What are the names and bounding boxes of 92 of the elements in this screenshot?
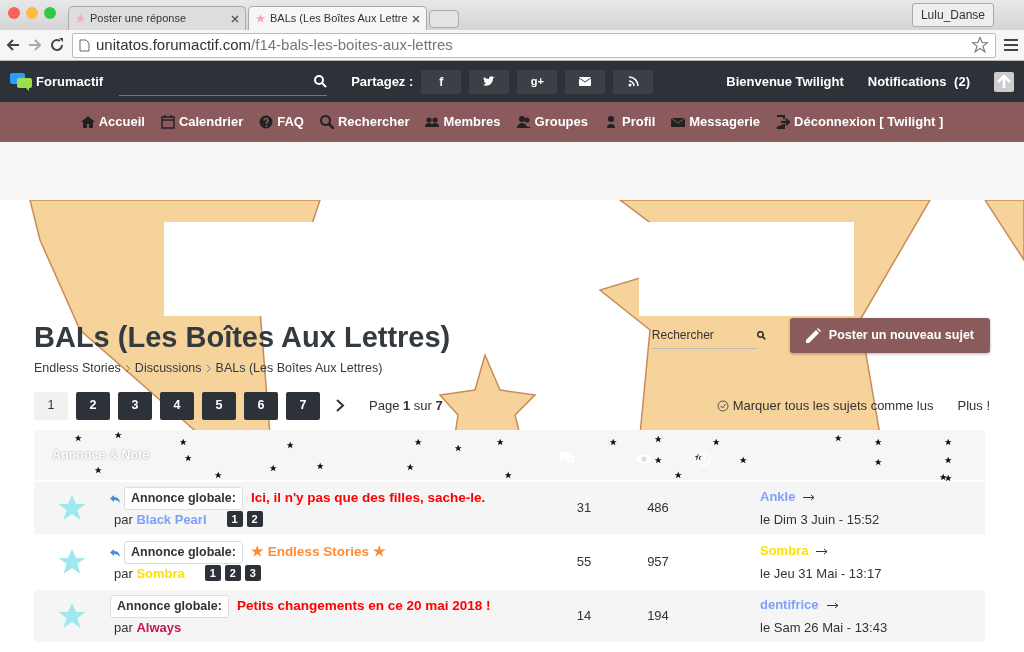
views-count: 486	[646, 499, 670, 518]
search-icon	[319, 115, 334, 129]
clock-icon	[697, 452, 711, 466]
author-byline: par Always	[114, 618, 182, 637]
topic-page-link[interactable]: 3	[244, 565, 261, 582]
calendar-icon	[160, 115, 175, 129]
members-icon	[425, 115, 440, 129]
last-post-date: le Dim 3 Juin - 15:52	[760, 511, 881, 529]
notifications-link[interactable]: Notifications (2)	[867, 71, 970, 92]
eye-icon	[636, 454, 652, 464]
scroll-top-icon[interactable]	[994, 71, 1014, 92]
nav-link-item[interactable]: Déconnexion [ Twilight ]	[776, 112, 944, 132]
announcement-tag: Annonce globale:	[110, 594, 229, 618]
forum-logo[interactable]: Forumactif	[36, 71, 104, 92]
check-circle-icon	[716, 399, 729, 412]
new-topic-button[interactable]: Poster un nouveau sujet	[789, 318, 990, 353]
views-count: 957	[646, 553, 670, 572]
pencil-icon	[805, 328, 821, 343]
last-post-date: le Sam 26 Mai - 13:43	[760, 619, 889, 637]
page-button[interactable]: 6	[244, 391, 278, 420]
author-byline: par Black Pearl	[114, 510, 207, 529]
mail-icon	[671, 115, 686, 129]
welcome-link[interactable]: Bienvenue Twilight	[726, 71, 844, 92]
replies-count: 14	[575, 607, 593, 626]
topic-page-link[interactable]: 1	[226, 511, 243, 528]
home-icon	[80, 115, 95, 129]
views-count: 194	[646, 607, 670, 626]
help-icon	[259, 115, 274, 129]
next-page-icon[interactable]	[336, 399, 345, 413]
page-button[interactable]: 3	[118, 391, 152, 420]
search-icon[interactable]	[756, 331, 766, 340]
bird-icon	[482, 76, 496, 87]
replies-count: 31	[575, 499, 593, 518]
nav-link-item[interactable]: Rechercher	[319, 112, 410, 132]
rss-icon	[627, 76, 639, 87]
topic-page-link[interactable]: 1	[204, 565, 221, 582]
back-icon[interactable]	[6, 38, 20, 52]
chevron-icon	[205, 364, 212, 373]
reload-icon[interactable]	[50, 38, 64, 52]
menu-icon[interactable]	[1004, 39, 1018, 51]
nav-link-item[interactable]: Messagerie	[671, 112, 761, 132]
topic-page-link[interactable]: 2	[224, 565, 241, 582]
close-tab-icon[interactable]	[231, 15, 239, 24]
page-button[interactable]: 7	[286, 391, 320, 420]
more-link[interactable]: Plus !	[957, 395, 990, 416]
nav-link-item[interactable]: Groupes	[516, 112, 589, 132]
share-button[interactable]: g+	[517, 69, 558, 94]
breadcrumb-link[interactable]: Discussions	[134, 358, 202, 378]
envelope-icon	[579, 77, 592, 86]
search-icon	[314, 74, 328, 88]
page-button[interactable]: 1	[34, 391, 68, 420]
profile-button[interactable]: Lulu_Danse	[911, 3, 994, 27]
chevron-icon	[124, 364, 131, 373]
nav-link-item[interactable]: Membres	[425, 112, 501, 132]
star-icon[interactable]	[971, 36, 989, 54]
share-label: Partagez :	[351, 72, 414, 91]
last-post-date: le Jeu 31 Mai - 13:17	[760, 565, 883, 583]
browser-tab[interactable]: BALs (Les Boîtes Aux Lettre	[248, 6, 427, 30]
close-tab-icon[interactable]	[411, 15, 420, 24]
topic-title-link[interactable]: Ici, il n'y pas que des filles, sache-le.	[250, 488, 486, 509]
page-icon	[79, 38, 90, 52]
page-button[interactable]: 4	[160, 391, 194, 420]
arrow-right-icon[interactable]	[803, 493, 816, 501]
replies-count: 55	[575, 553, 593, 572]
arrow-right-icon[interactable]	[816, 547, 829, 555]
share-button[interactable]	[613, 69, 654, 94]
speech-bubbles-icon	[10, 72, 32, 91]
logout-icon	[776, 115, 791, 129]
nav-link-item[interactable]: Accueil	[80, 112, 145, 132]
page-button[interactable]: 5	[202, 391, 236, 420]
arrow-right-icon[interactable]	[826, 601, 839, 609]
announcement-tag: Annonce globale:	[124, 540, 243, 564]
browser-tab[interactable]: Poster une réponse	[68, 6, 246, 30]
group-icon	[516, 115, 531, 129]
nav-link-item[interactable]: Calendrier	[160, 112, 244, 132]
address-bar[interactable]: unitatos.forumactif.com/f14-bals-les-boites-aux-lettres	[72, 32, 996, 58]
star-icon	[75, 13, 86, 24]
nav-link-item[interactable]: Profil	[604, 112, 656, 132]
nav-link-item[interactable]: FAQ	[259, 112, 304, 132]
topic-title-link[interactable]: Petits changements en ce 20 mai 2018 !	[236, 596, 491, 617]
search-field[interactable]: Rechercher	[651, 322, 757, 349]
announcement-tag: Annonce globale:	[124, 486, 243, 510]
author-byline: par Sombra	[114, 564, 185, 583]
topic-page-link[interactable]: 2	[246, 511, 263, 528]
page-button[interactable]: 2	[76, 391, 110, 420]
star-icon	[255, 13, 266, 24]
share-button[interactable]: f	[421, 69, 462, 94]
breadcrumb-link[interactable]: Endless Stories	[34, 358, 121, 378]
share-button[interactable]	[469, 69, 510, 94]
breadcrumb-link[interactable]: BALs (Les Boîtes Aux Lettres)	[215, 358, 383, 378]
page-info: Page 1 sur 7	[369, 396, 443, 415]
share-button[interactable]	[565, 69, 606, 94]
